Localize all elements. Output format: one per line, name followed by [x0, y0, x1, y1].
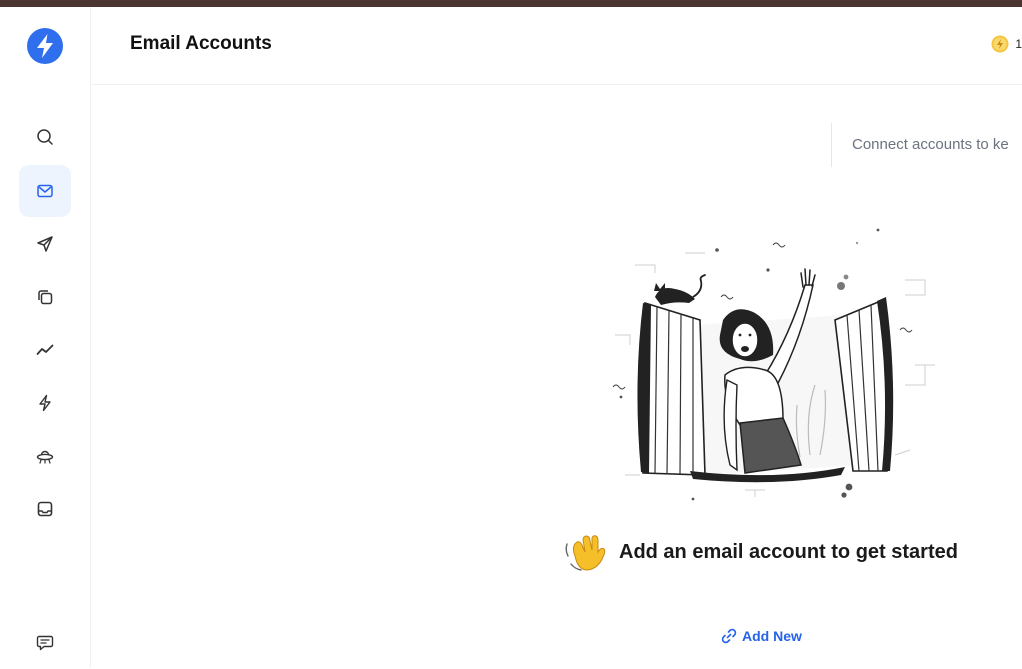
lightning-logo-icon [27, 28, 63, 64]
sidebar-item-feedback[interactable] [19, 617, 71, 669]
app-logo[interactable] [27, 28, 63, 64]
sidebar-item-email-accounts[interactable] [19, 165, 71, 217]
sidebar-item-search[interactable] [19, 111, 71, 163]
mail-icon [37, 184, 53, 198]
credits-count: 1 [1015, 37, 1022, 51]
sidebar-item-analytics[interactable] [19, 324, 71, 376]
sidebar [0, 7, 91, 667]
trend-icon [36, 344, 54, 355]
empty-state-illustration [605, 225, 950, 505]
empty-state-title: Add an email account to get started [619, 540, 958, 563]
coin-icon [991, 35, 1009, 53]
credits-indicator[interactable]: 1 [991, 35, 1022, 53]
link-icon [721, 628, 737, 644]
add-new-button[interactable]: Add New [720, 627, 802, 645]
sidebar-item-templates[interactable] [19, 271, 71, 323]
woman-window-illustration [612, 228, 935, 501]
hint-divider [831, 123, 832, 167]
page-header: Email Accounts 1 [91, 7, 1022, 85]
sidebar-item-inbox[interactable] [19, 483, 71, 535]
send-icon [37, 236, 53, 252]
page-title: Email Accounts [130, 33, 272, 54]
connect-accounts-hint: Connect accounts to ke [852, 136, 1009, 153]
window-top-bar [0, 0, 1022, 7]
sidebar-item-automations[interactable] [19, 377, 71, 429]
sidebar-item-leads[interactable] [19, 430, 71, 482]
add-new-label: Add New [742, 628, 802, 644]
chat-feedback-icon [36, 635, 54, 651]
inbox-icon [37, 501, 53, 517]
waving-hand-icon [565, 535, 606, 571]
empty-state-message: Add an email account to get started [563, 530, 958, 574]
ufo-icon [36, 450, 54, 464]
search-icon [37, 129, 53, 145]
lightning-icon [39, 394, 51, 412]
sidebar-item-campaigns[interactable] [19, 218, 71, 270]
copy-icon [38, 290, 53, 305]
